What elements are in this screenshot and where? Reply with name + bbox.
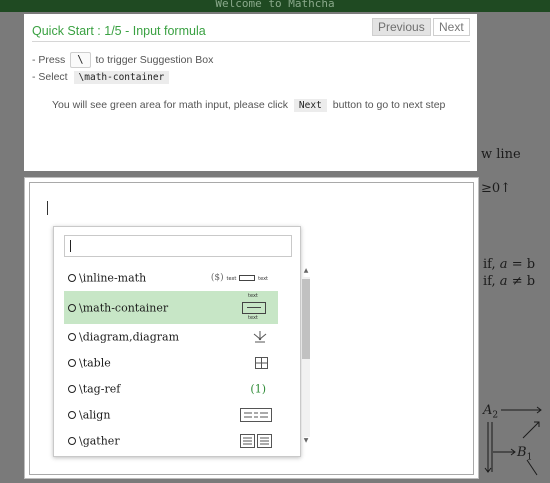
gather-icon: [240, 434, 272, 448]
suggestion-item-tag-ref[interactable]: \tag-ref (1): [64, 376, 278, 402]
radio-icon: [68, 359, 76, 367]
suggestion-item-gather[interactable]: \gather: [64, 428, 278, 454]
tag-ref-preview: (1): [250, 382, 266, 396]
container-line-glyph: [247, 306, 261, 308]
bg-case-2: if, a ≠ b: [483, 274, 535, 289]
previous-button[interactable]: Previous: [372, 18, 431, 36]
note-prefix: You will see green area for math input, …: [52, 99, 288, 111]
bg-text-fragment: ≥0↑: [481, 181, 512, 196]
suggestion-search-input[interactable]: [64, 235, 292, 257]
title-divider: [32, 41, 470, 42]
suggestion-scrollbar[interactable]: ▲ ▼: [301, 267, 311, 447]
case2-if: if,: [483, 274, 496, 289]
suggestion-box: \inline-math ($) text text \math-contain…: [53, 226, 310, 457]
step2-prefix: - Select: [32, 71, 68, 83]
item-label: \diagram,diagram: [79, 330, 180, 344]
scroll-up-icon[interactable]: ▲: [302, 267, 310, 274]
item-label: \table: [79, 356, 111, 370]
item-label: \math-container: [79, 301, 169, 314]
text-caret: [47, 201, 48, 215]
math-container-code: \math-container: [73, 71, 170, 84]
radio-icon: [68, 274, 76, 282]
case1-rhs: = b: [511, 257, 536, 272]
item-label: \tag-ref: [79, 382, 121, 396]
quick-start-card: Quick Start : 1/5 - Input formula Previo…: [24, 14, 477, 171]
radio-icon: [68, 385, 76, 393]
case1-if: if,: [483, 257, 496, 272]
quick-start-title: Quick Start : 1/5 - Input formula: [32, 24, 206, 38]
bg-text-line: w line: [481, 147, 521, 162]
inline-math-preview-icon: ($) text text: [211, 273, 268, 283]
radio-icon: [68, 333, 76, 341]
bg-diagram-arrows: [484, 406, 542, 476]
suggestion-item-align[interactable]: \align: [64, 402, 278, 428]
step-note: You will see green area for math input, …: [52, 99, 445, 112]
radio-icon: [68, 303, 76, 312]
text-glyph: text: [248, 292, 258, 299]
case2-rhs: ≠ b: [511, 274, 536, 289]
note-suffix: button to go to next step: [332, 99, 446, 111]
suggestion-item-inline-math[interactable]: \inline-math ($) text text: [64, 265, 278, 291]
case2-var: a: [499, 274, 508, 289]
editor-panel[interactable]: \inline-math ($) text text \math-contain…: [24, 177, 479, 479]
table-icon: [255, 357, 268, 369]
editor-area[interactable]: \inline-math ($) text text \math-contain…: [29, 182, 474, 475]
top-banner: Welcome to Mathcha: [0, 0, 550, 12]
next-code: Next: [293, 99, 327, 112]
scroll-thumb[interactable]: [302, 279, 310, 359]
container-box-glyph: [242, 301, 266, 314]
radio-icon: [68, 437, 76, 445]
scroll-down-icon[interactable]: ▼: [302, 437, 310, 444]
text-glyph: text: [226, 276, 237, 282]
step-press: - Press \ to trigger Suggestion Box: [32, 52, 213, 68]
item-label: \inline-math: [79, 271, 147, 285]
box-glyph: [239, 274, 256, 281]
suggestion-item-table[interactable]: \table: [64, 350, 278, 376]
banner-title: Welcome to Mathcha: [215, 0, 335, 10]
next-button[interactable]: Next: [433, 18, 470, 36]
dollar-glyph: ($): [210, 273, 224, 283]
math-container-preview-icon: text text: [242, 293, 266, 323]
text-glyph: text: [258, 276, 268, 282]
bg-case-1: if, a = b: [483, 257, 535, 272]
align-icon: [240, 408, 272, 422]
diagram-icon: [253, 331, 267, 343]
backslash-key: \: [70, 52, 91, 68]
item-label: \align: [79, 408, 111, 422]
suggestion-item-diagram[interactable]: \diagram,diagram: [64, 324, 278, 350]
radio-icon: [68, 411, 76, 419]
suggestion-item-math-container[interactable]: \math-container text text: [64, 291, 278, 324]
step-select: - Select \math-container: [32, 71, 172, 84]
input-caret: [70, 240, 71, 252]
item-label: \gather: [79, 434, 120, 448]
step1-suffix: to trigger Suggestion Box: [95, 54, 214, 66]
step1-prefix: - Press: [32, 54, 66, 66]
text-glyph: text: [248, 314, 258, 321]
case1-var: a: [499, 257, 508, 272]
